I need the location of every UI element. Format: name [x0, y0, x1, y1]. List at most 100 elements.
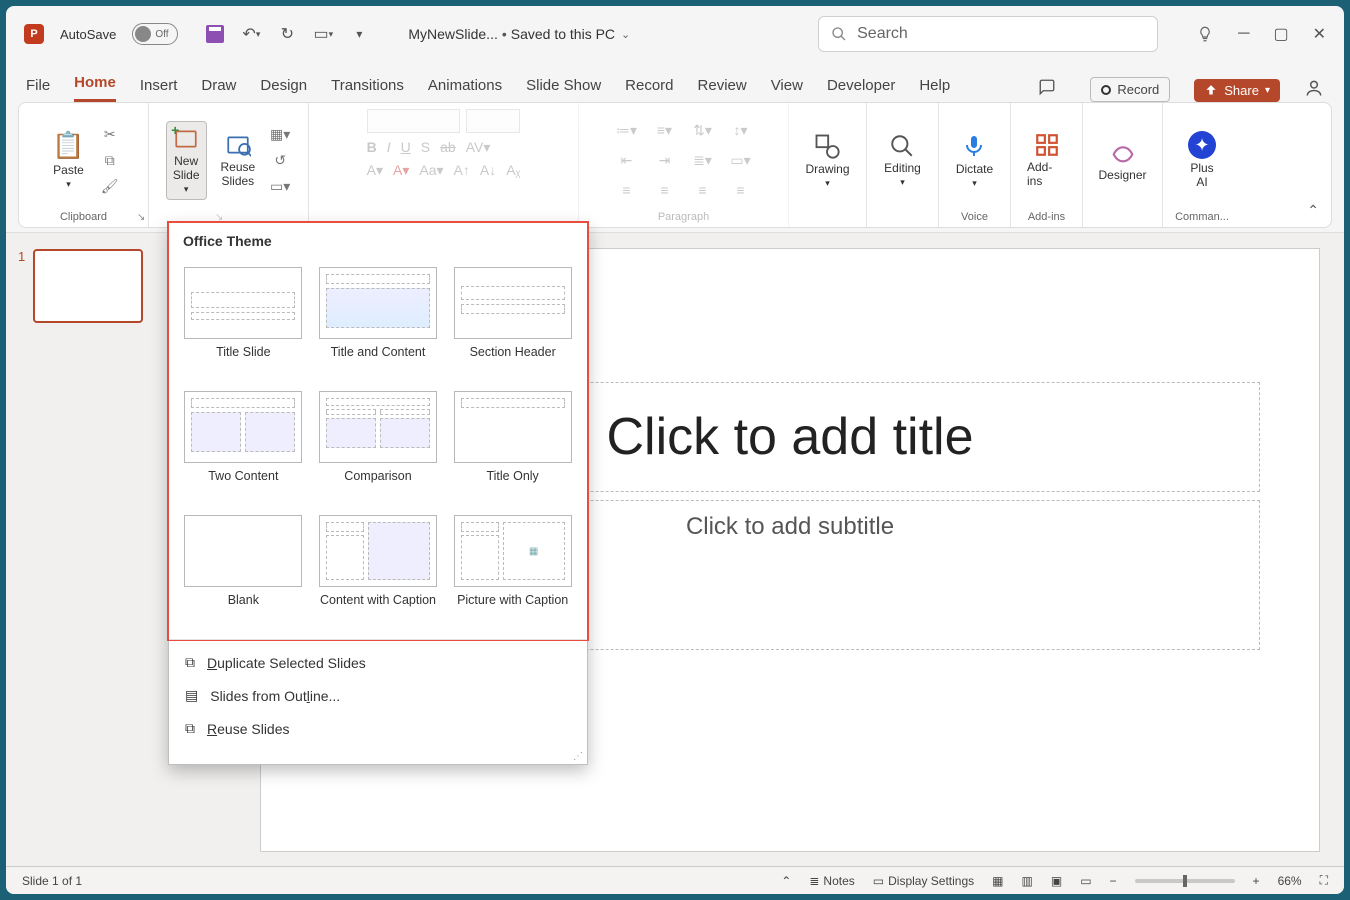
- layout-title-slide[interactable]: Title Slide: [181, 267, 306, 375]
- record-button[interactable]: Record: [1090, 77, 1170, 102]
- reuse-slides-item[interactable]: ⧉ Reuse Slides: [169, 712, 587, 745]
- zoom-level: 66%: [1278, 874, 1302, 888]
- status-bar: Slide 1 of 1 ⌃ ≣ Notes ▭ Display Setting…: [6, 866, 1344, 894]
- section-button[interactable]: ▭▾: [269, 176, 291, 196]
- new-slide-dropdown: Office Theme Title Slide Title and Conte…: [168, 222, 588, 765]
- reuse-slides-button[interactable]: Reuse Slides: [215, 128, 262, 192]
- save-button[interactable]: [204, 23, 226, 45]
- layout-button[interactable]: ▦▾: [269, 124, 291, 144]
- layout-two-content[interactable]: Two Content: [181, 391, 306, 499]
- cut-button[interactable]: ✂: [99, 124, 121, 144]
- app-window: P AutoSave Off ↶▾ ↻ ▭▾ ▾ MyNewSlide... •…: [6, 6, 1344, 894]
- search-icon: [831, 26, 847, 42]
- view-normal-icon[interactable]: ▦: [992, 874, 1003, 888]
- slide-thumbnail-1[interactable]: [33, 249, 143, 323]
- group-drawing: Drawing▾: [789, 103, 867, 227]
- group-font: BIUSabAV▾ A▾A▾Aa▾A↑A↓Aᵪ: [309, 103, 579, 227]
- lightbulb-icon[interactable]: [1196, 25, 1214, 43]
- fit-to-window-button[interactable]: ⛶: [1320, 873, 1328, 888]
- autosave-label: AutoSave: [60, 27, 116, 42]
- tab-view[interactable]: View: [771, 77, 803, 102]
- present-button[interactable]: ▭▾: [312, 23, 334, 45]
- tab-help[interactable]: Help: [919, 77, 950, 102]
- layout-title-only[interactable]: Title Only: [450, 391, 575, 499]
- zoom-out-button[interactable]: −: [1110, 874, 1117, 888]
- tab-developer[interactable]: Developer: [827, 77, 895, 102]
- layout-comparison[interactable]: Comparison: [316, 391, 441, 499]
- title-bar: P AutoSave Off ↶▾ ↻ ▭▾ ▾ MyNewSlide... •…: [6, 6, 1344, 62]
- filename-area[interactable]: MyNewSlide... • Saved to this PC ⌄: [408, 26, 630, 42]
- tab-home[interactable]: Home: [74, 74, 116, 102]
- redo-button[interactable]: ↻: [276, 23, 298, 45]
- collapse-ribbon-icon[interactable]: ⌃: [1307, 202, 1319, 219]
- powerpoint-icon: P: [24, 24, 44, 44]
- format-painter-button[interactable]: 🖌: [99, 176, 121, 196]
- quick-access-toolbar: ↶▾ ↻ ▭▾ ▾: [204, 23, 370, 45]
- group-designer: Designer: [1083, 103, 1163, 227]
- window-controls: ─ ▢ ✕: [1196, 24, 1326, 44]
- duplicate-icon: ⧉: [185, 654, 195, 671]
- tab-transitions[interactable]: Transitions: [331, 77, 404, 102]
- group-addins: Add-ins Add-ins: [1011, 103, 1083, 227]
- qat-more-button[interactable]: ▾: [348, 23, 370, 45]
- paragraph-label: Paragraph: [658, 211, 709, 225]
- view-slideshow-icon[interactable]: ▭: [1080, 874, 1091, 888]
- tab-review[interactable]: Review: [698, 77, 747, 102]
- voice-label: Voice: [961, 211, 988, 225]
- tab-draw[interactable]: Draw: [201, 77, 236, 102]
- view-reading-icon[interactable]: ▣: [1051, 874, 1062, 888]
- zoom-slider[interactable]: [1135, 879, 1235, 883]
- search-input[interactable]: Search: [818, 16, 1158, 52]
- share-button[interactable]: Share▾: [1194, 79, 1280, 102]
- reset-button[interactable]: ↺: [269, 150, 291, 170]
- thumb-number: 1: [18, 249, 25, 264]
- maximize-button[interactable]: ▢: [1273, 24, 1288, 44]
- clipboard-label: Clipboard: [60, 211, 107, 225]
- layout-blank[interactable]: Blank: [181, 515, 306, 623]
- slides-from-outline-item[interactable]: ▤ Slides from Outline...: [169, 679, 587, 712]
- plus-ai-button[interactable]: ✦ Plus AI: [1182, 127, 1222, 193]
- layout-picture-with-caption[interactable]: ▦ Picture with Caption: [450, 515, 575, 623]
- layout-content-with-caption[interactable]: Content with Caption: [316, 515, 441, 623]
- notes-button[interactable]: ≣ Notes: [809, 874, 854, 888]
- dropdown-heading: Office Theme: [169, 223, 587, 259]
- paste-button[interactable]: 📋 Paste▾: [46, 126, 90, 194]
- display-settings-button[interactable]: ▭ Display Settings: [873, 874, 974, 888]
- addins-button[interactable]: Add-ins: [1021, 128, 1072, 192]
- tab-file[interactable]: File: [26, 77, 50, 102]
- autosave-toggle[interactable]: Off: [132, 23, 178, 45]
- group-editing: Editing▾: [867, 103, 939, 227]
- account-icon[interactable]: [1304, 78, 1324, 102]
- copy-button[interactable]: ⧉: [99, 150, 121, 170]
- tab-insert[interactable]: Insert: [140, 77, 178, 102]
- filename-text: MyNewSlide...: [408, 26, 497, 42]
- chevron-down-icon: ⌄: [621, 28, 630, 41]
- layout-title-and-content[interactable]: Title and Content: [316, 267, 441, 375]
- editing-button[interactable]: Editing▾: [878, 129, 927, 192]
- addins-label: Add-ins: [1028, 211, 1065, 225]
- tab-slide-show[interactable]: Slide Show: [526, 77, 601, 102]
- minimize-button[interactable]: ─: [1238, 25, 1249, 43]
- view-sorter-icon[interactable]: ▥: [1022, 874, 1033, 888]
- undo-button[interactable]: ↶▾: [240, 23, 262, 45]
- clipboard-launcher-icon[interactable]: ↘: [137, 212, 145, 223]
- designer-button[interactable]: Designer: [1092, 134, 1152, 186]
- slide-count: Slide 1 of 1: [22, 874, 82, 888]
- comments-button[interactable]: [1028, 74, 1066, 102]
- tab-record[interactable]: Record: [625, 77, 673, 102]
- ribbon: 📋 Paste▾ ✂ ⧉ 🖌 Clipboard ↘ +: [18, 102, 1332, 228]
- duplicate-slides-item[interactable]: ⧉ Duplicate Selected Slides: [169, 646, 587, 679]
- tab-design[interactable]: Design: [260, 77, 307, 102]
- group-paragraph: ≔▾≡▾⇅▾↕▾ ⇤⇥≣▾▭▾ ≡≡≡≡ Paragraph ↘: [579, 103, 789, 227]
- dictate-button[interactable]: Dictate▾: [950, 128, 999, 193]
- close-button[interactable]: ✕: [1313, 24, 1326, 44]
- layout-section-header[interactable]: Section Header: [450, 267, 575, 375]
- drawing-button[interactable]: Drawing▾: [799, 128, 855, 193]
- ribbon-tabs: File Home Insert Draw Design Transitions…: [6, 62, 1344, 102]
- new-slide-button[interactable]: + New Slide▾: [166, 121, 207, 200]
- resize-grip-icon[interactable]: ⋰: [169, 751, 587, 764]
- zoom-in-button[interactable]: +: [1253, 874, 1260, 888]
- tab-animations[interactable]: Animations: [428, 77, 502, 102]
- caret-up-icon[interactable]: ⌃: [781, 874, 791, 888]
- outline-icon: ▤: [185, 687, 198, 704]
